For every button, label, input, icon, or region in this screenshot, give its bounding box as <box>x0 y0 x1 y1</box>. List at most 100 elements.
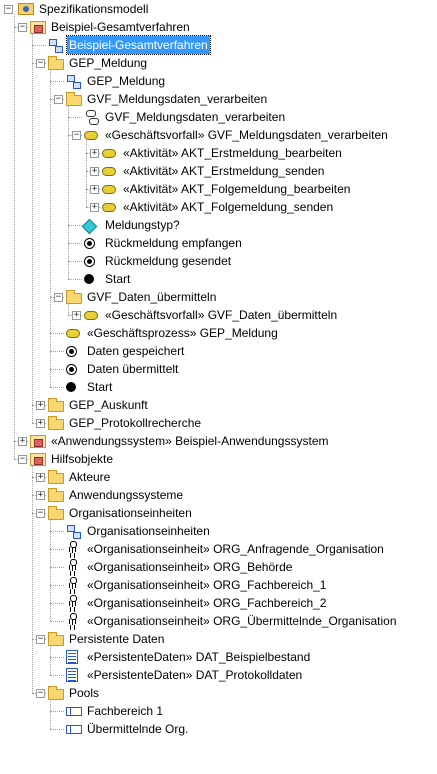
tree-item[interactable]: − Beispiel-Gesamtverfahren <box>0 18 437 36</box>
actor-icon <box>66 541 82 557</box>
tree-item[interactable]: − GVF_Meldungsdaten_verarbeiten <box>0 90 437 108</box>
model-root-icon <box>18 3 34 15</box>
expand-toggle[interactable]: + <box>90 185 99 194</box>
tree-item[interactable]: «Organisationseinheit» ORG_Fachbereich_1 <box>0 576 437 594</box>
tree-item[interactable]: Start <box>0 270 437 288</box>
tree-item[interactable]: Start <box>0 378 437 396</box>
tree-item[interactable]: Übermittelnde Org. <box>0 720 437 738</box>
tree-item[interactable]: − GVF_Daten_übermitteln <box>0 288 437 306</box>
tree-item-label: Spezifikationsmodell <box>39 2 149 16</box>
tree-item[interactable]: − Spezifikationsmodell <box>0 0 437 18</box>
collapse-toggle[interactable]: − <box>36 689 45 698</box>
tree-item-label: Organisationseinheiten <box>69 506 192 520</box>
tree-item-label: Daten gespeichert <box>87 344 185 358</box>
expand-toggle[interactable]: + <box>90 167 99 176</box>
tree-item[interactable]: «Organisationseinheit» ORG_Fachbereich_2 <box>0 594 437 612</box>
tree-item[interactable]: + «Aktivität» AKT_Folgemeldung_bearbeiten <box>0 180 437 198</box>
tree-item[interactable]: + «Aktivität» AKT_Erstmeldung_senden <box>0 162 437 180</box>
tree-item[interactable]: Fachbereich 1 <box>0 702 437 720</box>
folder-icon <box>48 470 64 484</box>
expand-toggle[interactable]: + <box>36 401 45 410</box>
diagram-icon <box>66 523 82 539</box>
tree-item-label: Rückmeldung empfangen <box>105 236 242 250</box>
tree-item[interactable]: + Anwendungssysteme <box>0 486 437 504</box>
tree-item[interactable]: Rückmeldung gesendet <box>0 252 437 270</box>
tree-item[interactable]: «Organisationseinheit» ORG_Behörde <box>0 558 437 576</box>
expand-toggle[interactable]: + <box>36 419 45 428</box>
tree-item-label: GVF_Meldungsdaten_verarbeiten <box>105 110 286 124</box>
tree-item-label: Hilfsobjekte <box>51 452 114 466</box>
tree-item[interactable]: − Persistente Daten <box>0 630 437 648</box>
collapse-toggle[interactable]: − <box>36 635 45 644</box>
tree-item[interactable]: «PersistenteDaten» DAT_Beispielbestand <box>0 648 437 666</box>
tree-item[interactable]: «Geschäftsprozess» GEP_Meldung <box>0 324 437 342</box>
tree-item[interactable]: Beispiel-Gesamtverfahren <box>0 35 437 55</box>
tree-item[interactable]: + Akteure <box>0 468 437 486</box>
folder-icon <box>66 290 82 304</box>
expand-toggle[interactable]: + <box>90 149 99 158</box>
tree-item[interactable]: + GEP_Protokollrecherche <box>0 414 437 432</box>
tree-item-label: «Geschäftsvorfall» GVF_Daten_übermitteln <box>105 308 338 322</box>
expand-toggle[interactable]: + <box>18 437 27 446</box>
tree-item[interactable]: − Pools <box>0 684 437 702</box>
final-node-icon <box>84 238 95 249</box>
tree-item[interactable]: «Organisationseinheit» ORG_Übermittelnde… <box>0 612 437 630</box>
tree-item-label: «Organisationseinheit» ORG_Fachbereich_2 <box>87 596 327 610</box>
tree-item[interactable]: GEP_Meldung <box>0 72 437 90</box>
tree-item-label: Fachbereich 1 <box>87 704 164 718</box>
collapse-toggle[interactable]: − <box>4 5 13 14</box>
tree-item[interactable]: Rückmeldung empfangen <box>0 234 437 252</box>
tree-item[interactable]: Daten gespeichert <box>0 342 437 360</box>
collapse-toggle[interactable]: − <box>36 59 45 68</box>
tree-item-label: Pools <box>69 686 100 700</box>
tree-item-label: «Aktivität» AKT_Erstmeldung_bearbeiten <box>123 146 342 160</box>
expand-toggle[interactable]: + <box>90 203 99 212</box>
tree-item-label: «Organisationseinheit» ORG_Behörde <box>87 560 293 574</box>
tree-item-label: Anwendungssysteme <box>69 488 184 502</box>
tree-item-label: Start <box>105 272 131 286</box>
collapse-toggle[interactable]: − <box>72 131 81 140</box>
collapse-toggle[interactable]: − <box>54 95 63 104</box>
data-icon <box>66 668 78 682</box>
tree-item[interactable]: + GEP_Auskunft <box>0 396 437 414</box>
diagram-icon <box>48 37 64 53</box>
collapse-toggle[interactable]: − <box>18 455 27 464</box>
final-node-icon <box>66 346 77 357</box>
tree-item[interactable]: + «Aktivität» AKT_Erstmeldung_bearbeiten <box>0 144 437 162</box>
activity-icon <box>84 311 98 320</box>
tree-item[interactable]: «Organisationseinheit» ORG_Anfragende_Or… <box>0 540 437 558</box>
folder-icon <box>48 398 64 412</box>
activity-icon <box>102 149 116 158</box>
tree-item[interactable]: GVF_Meldungsdaten_verarbeiten <box>0 108 437 126</box>
diagram-icon <box>66 73 82 89</box>
expand-toggle[interactable]: + <box>36 473 45 482</box>
tree-item[interactable]: − Organisationseinheiten <box>0 504 437 522</box>
collapse-toggle[interactable]: − <box>54 293 63 302</box>
expand-toggle[interactable]: + <box>72 311 81 320</box>
package-diagram-icon <box>30 435 46 448</box>
tree-item[interactable]: Meldungstyp? <box>0 216 437 235</box>
tree-item[interactable]: Organisationseinheiten <box>0 522 437 540</box>
tree-item[interactable]: − Hilfsobjekte <box>0 450 437 468</box>
pool-icon <box>66 707 82 716</box>
collapse-toggle[interactable]: − <box>36 509 45 518</box>
tree-item[interactable]: − «Geschäftsvorfall» GVF_Meldungsdaten_ve… <box>0 126 437 144</box>
activity-icon <box>102 167 116 176</box>
tree-item-label: Daten übermittelt <box>87 362 179 376</box>
tree-item[interactable]: «PersistenteDaten» DAT_Protokolldaten <box>0 666 437 684</box>
tree-item-label: GEP_Meldung <box>69 56 148 70</box>
tree-item-label: «Organisationseinheit» ORG_Fachbereich_1 <box>87 578 327 592</box>
tree-item[interactable]: + «Aktivität» AKT_Folgemeldung_senden <box>0 198 437 216</box>
final-node-icon <box>66 364 77 375</box>
tree-item[interactable]: − GEP_Meldung <box>0 54 437 72</box>
collapse-toggle[interactable]: − <box>18 23 27 32</box>
final-node-icon <box>84 256 95 267</box>
activity-icon <box>102 203 116 212</box>
decision-icon <box>81 218 98 235</box>
actor-icon <box>66 577 82 593</box>
tree-item[interactable]: + «Geschäftsvorfall» GVF_Daten_übermittel… <box>0 306 437 324</box>
tree-item[interactable]: Daten übermittelt <box>0 360 437 378</box>
tree-item[interactable]: + «Anwendungssystem» Beispiel-Anwendungss… <box>0 432 437 450</box>
expand-toggle[interactable]: + <box>36 491 45 500</box>
project-browser-tree[interactable]: − Spezifikationsmodell − Beispiel-Gesamtver… <box>0 0 437 774</box>
